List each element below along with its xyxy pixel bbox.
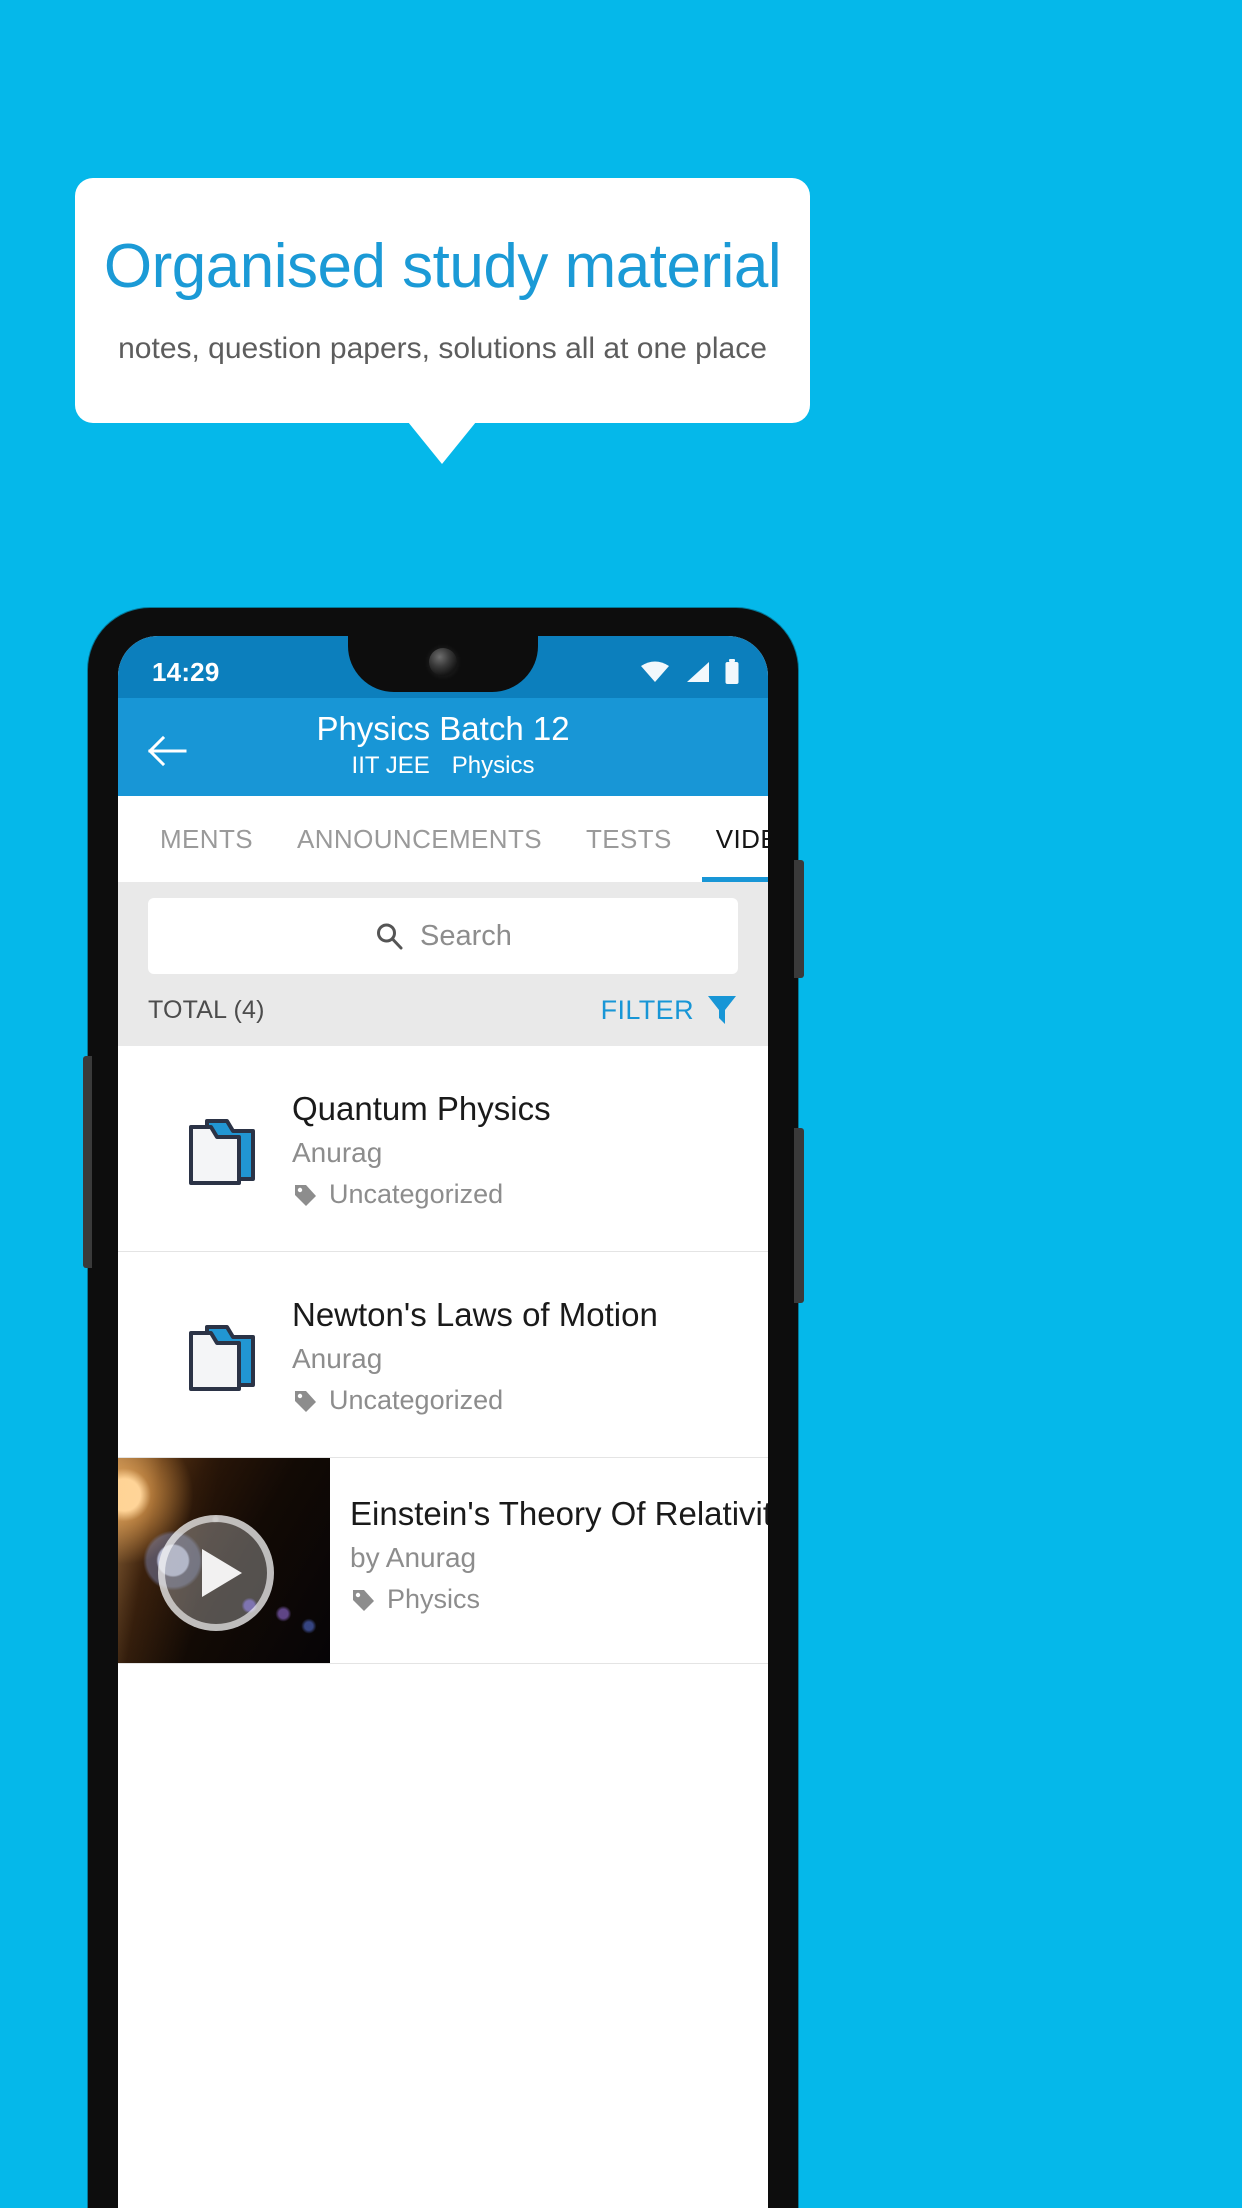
phone-power-button[interactable] [794,860,804,978]
status-clock: 14:29 [152,656,220,687]
list-item-text: Einstein's Theory Of Relativity by Anura… [330,1458,768,1663]
tab-announcements[interactable]: ANNOUNCEMENTS [275,796,564,882]
tab-label: VIDEOS [715,823,768,854]
search-icon [377,923,403,950]
list-item-title: Newton's Laws of Motion [292,1296,658,1333]
tag-icon [295,1184,316,1206]
tag-icon [353,1589,374,1611]
list-toolbar: TOTAL (4) FILTER [118,974,768,1046]
battery-icon [725,659,739,684]
tab-assignments[interactable]: MENTS [138,796,275,882]
arrow-left-icon [147,735,187,767]
app-bar: Physics Batch 12 IIT JEE Physics [118,698,768,796]
list-item-author: Anurag [292,1137,383,1168]
status-bar: 14:29 [118,636,768,698]
tab-tests[interactable]: TESTS [564,796,694,882]
phone-volume-button[interactable] [794,1128,804,1303]
app-bar-titles: Physics Batch 12 IIT JEE Physics [118,708,768,780]
tab-bar[interactable]: MENTS ANNOUNCEMENTS TESTS VIDEOS [118,796,768,882]
tab-label: TESTS [586,823,672,854]
folder-icon [152,1109,292,1189]
list-item[interactable]: Einstein's Theory Of Relativity by Anura… [118,1458,768,1664]
phone-mockup: 14:29 Physics Batch 12 IIT JEE Physics M… [83,608,804,2208]
promo-callout-tail [408,422,476,464]
filter-button[interactable]: FILTER [601,993,738,1027]
back-button[interactable] [140,724,194,778]
total-count-label: TOTAL (4) [148,995,265,1024]
list-item-text: Newton's Laws of Motion Anurag Uncategor… [292,1293,768,1416]
list-item-title: Einstein's Theory Of Relativity [350,1495,768,1532]
list-item-tag-label: Uncategorized [329,1179,504,1209]
wifi-icon [641,661,669,682]
list-item-tag: Physics [350,1584,768,1615]
list-item-author: Anurag [292,1343,383,1374]
phone-left-side-button[interactable] [83,1056,92,1268]
folder-icon [152,1315,292,1395]
play-icon[interactable] [157,1514,274,1631]
filter-label: FILTER [600,994,694,1025]
search-input[interactable]: Search [148,898,738,974]
status-icons [640,659,740,685]
list-item-tag-label: Physics [387,1584,481,1614]
content-list: Quantum Physics Anurag Uncategorized New… [118,1046,768,1664]
promo-callout-card: Organised study material notes, question… [75,178,810,423]
app-bar-subtitle: IIT JEE Physics [188,752,698,780]
camera-notch [348,636,538,692]
promo-headline: Organised study material [103,231,782,301]
video-thumbnail[interactable] [118,1458,330,1663]
filter-funnel-icon [708,996,736,1024]
list-item-author: by Anurag [350,1542,477,1573]
list-item-text: Quantum Physics Anurag Uncategorized [292,1087,768,1210]
page-title: Physics Batch 12 [316,710,570,747]
list-item-tag-label: Uncategorized [329,1385,504,1415]
list-item[interactable]: Quantum Physics Anurag Uncategorized [118,1046,768,1252]
promo-subtitle: notes, question papers, solutions all at… [118,331,767,365]
search-strip: Search [118,882,768,974]
tab-videos[interactable]: VIDEOS [694,796,768,882]
list-item[interactable]: Newton's Laws of Motion Anurag Uncategor… [118,1252,768,1458]
list-item-tag: Uncategorized [292,1179,748,1210]
search-placeholder: Search [420,919,512,952]
subtitle-subject: Physics [451,752,535,779]
cellular-signal-icon [687,662,709,682]
list-item-title: Quantum Physics [292,1090,551,1127]
tab-label: ANNOUNCEMENTS [297,823,542,854]
front-camera-icon [429,648,457,676]
tag-icon [295,1390,316,1412]
tab-label: MENTS [160,823,253,854]
phone-screen: 14:29 Physics Batch 12 IIT JEE Physics M… [118,636,768,2208]
list-item-tag: Uncategorized [292,1385,748,1416]
play-triangle [201,1548,242,1597]
subtitle-exam: IIT JEE [351,752,430,779]
